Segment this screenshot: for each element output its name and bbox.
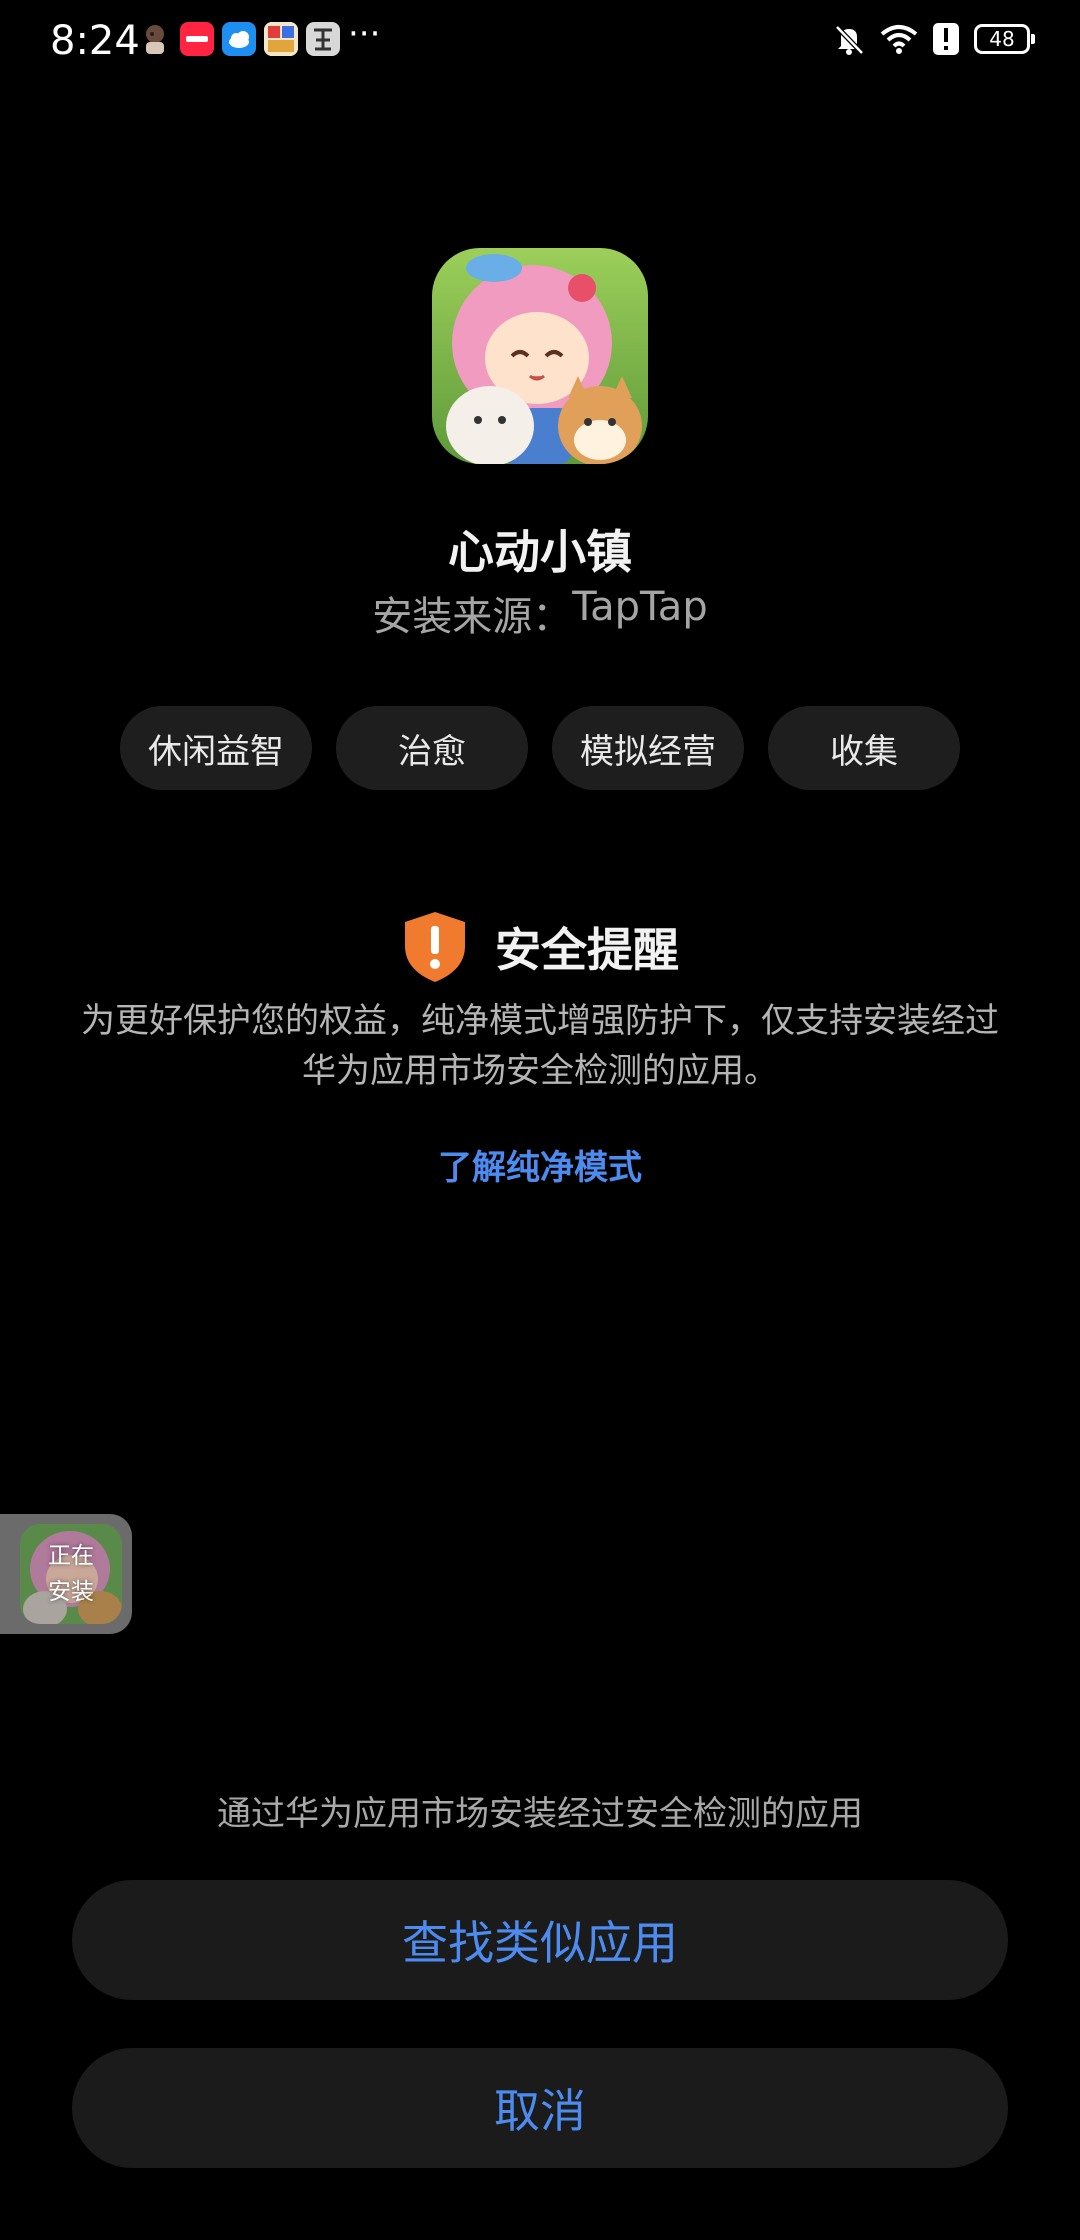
status-bar: 8:24 ··· 48 (0, 0, 1080, 84)
app-tags: 休闲益智 治愈 模拟经营 收集 (0, 706, 1080, 790)
tag-chip[interactable]: 收集 (768, 706, 960, 790)
alert-icon (933, 23, 959, 55)
app-name: 心动小镇 (448, 525, 632, 579)
weather-icon (222, 22, 256, 56)
security-notice-title: 安全提醒 (495, 923, 679, 977)
install-source: 安装来源： TapTap (0, 584, 1080, 642)
find-similar-apps-button[interactable]: 查找类似应用 (72, 1880, 1008, 2000)
tag-chip[interactable]: 模拟经营 (552, 706, 744, 790)
installing-label-line2: 安装 (48, 1579, 94, 1605)
install-source-label: 安装来源： (372, 594, 573, 640)
system-icons: 48 (832, 22, 1035, 56)
status-time: 8:24 (50, 18, 140, 64)
installing-label: 正在 安装 (20, 1524, 122, 1624)
more-notifications-icon: ··· (348, 14, 381, 54)
cancel-button[interactable]: 取消 (72, 2048, 1008, 2168)
bell-off-icon (835, 25, 864, 55)
install-source-value: TapTap (572, 584, 708, 630)
tag-chip[interactable]: 休闲益智 (120, 706, 312, 790)
calligraphy-app-icon (306, 22, 340, 56)
notification-icons (138, 22, 340, 56)
shield-warning-icon (405, 912, 465, 982)
tag-chip[interactable]: 治愈 (336, 706, 528, 790)
bottom-hint-text: 通过华为应用市场安装经过安全检测的应用 (217, 1794, 863, 1834)
security-notice-body: 为更好保护您的权益，纯净模式增强防护下，仅支持安装经过华为应用市场安全检测的应用… (81, 1001, 999, 1091)
installing-floating-bubble[interactable]: 正在 安装 (0, 1514, 132, 1634)
learn-pure-mode-link[interactable]: 了解纯净模式 (0, 1140, 1080, 1189)
app-icon (432, 248, 648, 464)
game-avatar-icon (138, 22, 172, 56)
security-notice-header: 安全提醒 (0, 910, 1080, 984)
battery-icon: 48 (974, 24, 1035, 54)
game-app-icon (264, 22, 298, 56)
xiaohongshu-icon (180, 22, 214, 56)
wifi-icon (880, 25, 918, 54)
battery-level: 48 (989, 27, 1015, 51)
installing-label-line1: 正在 (48, 1543, 94, 1569)
